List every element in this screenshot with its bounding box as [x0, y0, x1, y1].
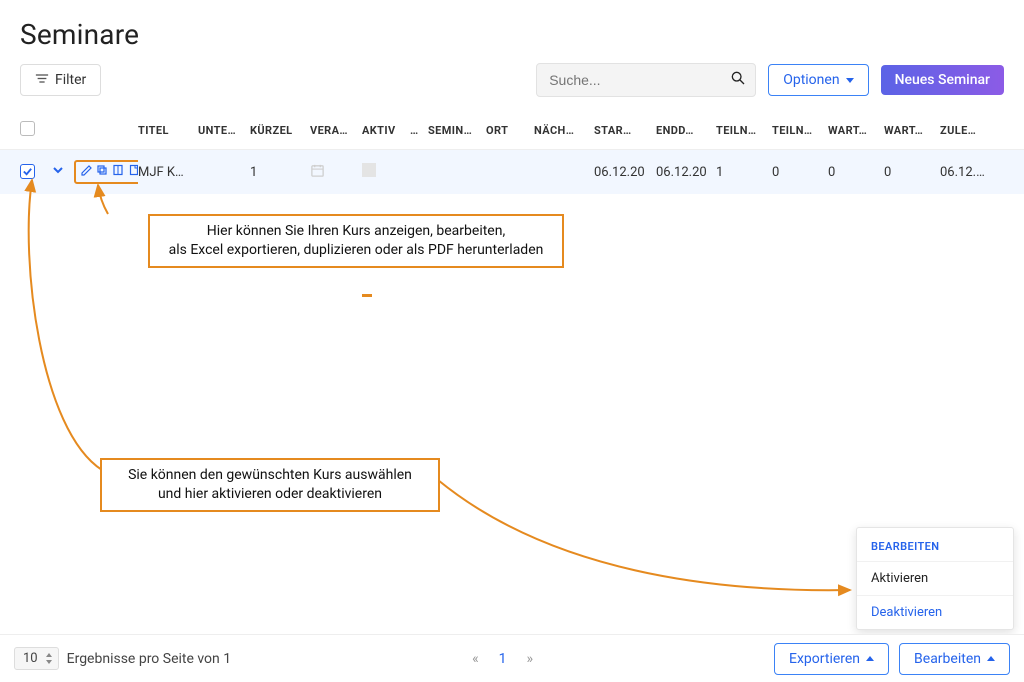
expand-row-icon[interactable]	[52, 165, 64, 180]
filter-button[interactable]: Filter	[20, 64, 101, 96]
pager-next[interactable]: »	[527, 651, 534, 667]
table: TITEL UNTE… KÜRZEL VERA… AKTIV … SEMIN… …	[0, 111, 1024, 194]
table-header: TITEL UNTE… KÜRZEL VERA… AKTIV … SEMIN… …	[0, 111, 1024, 150]
td-kurz: 1	[250, 165, 310, 180]
pager: « 1 »	[472, 651, 533, 667]
th-aktiv[interactable]: AKTIV	[362, 124, 410, 137]
td-zule: 06.12.20	[940, 165, 998, 180]
th-ort[interactable]: ORT	[486, 124, 534, 137]
export-label: Exportieren	[789, 651, 860, 667]
callout2-line2: und hier aktivieren oder deaktivieren	[114, 485, 426, 504]
th-unte[interactable]: UNTE…	[198, 124, 250, 137]
th-start[interactable]: STAR…	[594, 124, 656, 137]
chevron-down-icon	[846, 78, 854, 83]
row-actions	[74, 160, 138, 184]
td-wart1: 0	[828, 165, 884, 180]
td-aktiv	[362, 163, 410, 181]
th-wart2[interactable]: WART…	[884, 124, 940, 137]
search-icon	[730, 70, 746, 90]
th-dots[interactable]: …	[410, 124, 428, 137]
pdf-icon[interactable]	[128, 164, 138, 180]
table-row[interactable]: MJF Kurs 1 06.12.20 06.12.20 1 0 0 0 06.…	[0, 150, 1024, 194]
th-zule[interactable]: ZULE…	[940, 124, 998, 137]
select-all-checkbox[interactable]	[20, 121, 35, 136]
filter-icon	[35, 72, 49, 88]
td-vera	[310, 163, 362, 182]
edit-label: Bearbeiten	[914, 651, 981, 667]
td-start: 06.12.20	[594, 165, 656, 180]
status-square-icon	[362, 163, 376, 177]
chevron-up-icon	[987, 656, 995, 661]
td-wart2: 0	[884, 165, 940, 180]
th-teiln1[interactable]: TEILN…	[716, 124, 772, 137]
search-input[interactable]	[536, 63, 756, 97]
th-titel[interactable]: TITEL	[138, 124, 198, 137]
callout1-line2: als Excel exportieren, duplizieren oder …	[162, 241, 550, 260]
td-end: 06.12.20	[656, 165, 716, 180]
annotation-callout-2: Sie können den gewünschten Kurs auswähle…	[100, 458, 440, 512]
edit-button[interactable]: Bearbeiten	[899, 643, 1010, 675]
excel-icon[interactable]	[112, 164, 124, 180]
filter-label: Filter	[55, 72, 86, 88]
th-vera[interactable]: VERA…	[310, 124, 362, 137]
new-seminar-label: Neues Seminar	[895, 72, 990, 88]
th-semin[interactable]: SEMIN…	[428, 124, 486, 137]
options-label: Optionen	[783, 72, 839, 88]
dropdown-activate[interactable]: Aktivieren	[857, 561, 1013, 595]
callout1-line1: Hier können Sie Ihren Kurs anzeigen, bea…	[162, 222, 550, 241]
duplicate-icon[interactable]	[96, 164, 108, 180]
search-wrap	[536, 63, 756, 97]
page-size-select[interactable]: 10	[14, 647, 59, 670]
edit-icon[interactable]	[80, 164, 92, 180]
td-teiln2: 0	[772, 165, 828, 180]
page-title: Seminare	[0, 0, 1024, 63]
options-button[interactable]: Optionen	[768, 64, 868, 96]
pager-prev[interactable]: «	[472, 651, 479, 667]
export-button[interactable]: Exportieren	[774, 643, 889, 675]
annotation-dash	[362, 294, 372, 297]
callout2-line1: Sie können den gewünschten Kurs auswähle…	[114, 466, 426, 485]
footer: 10 Ergebnisse pro Seite von 1 « 1 » Expo…	[0, 634, 1024, 682]
th-teiln2[interactable]: TEILN…	[772, 124, 828, 137]
toolbar: Filter Optionen Neues Seminar	[0, 63, 1024, 111]
results-text: Ergebnisse pro Seite von 1	[67, 651, 231, 667]
th-kurz[interactable]: KÜRZEL	[250, 124, 310, 137]
row-checkbox[interactable]	[20, 164, 35, 179]
dropdown-heading: BEARBEITEN	[857, 528, 1013, 561]
td-titel: MJF Kurs	[138, 165, 198, 180]
th-end[interactable]: ENDD…	[656, 124, 716, 137]
td-teiln1: 1	[716, 165, 772, 180]
dropdown-deactivate[interactable]: Deaktivieren	[857, 595, 1013, 629]
th-nach[interactable]: NÄCH…	[534, 124, 594, 137]
th-wart1[interactable]: WART…	[828, 124, 884, 137]
edit-dropdown: BEARBEITEN Aktivieren Deaktivieren	[856, 527, 1014, 630]
pager-current[interactable]: 1	[499, 651, 507, 667]
chevron-up-icon	[866, 656, 874, 661]
annotation-callout-1: Hier können Sie Ihren Kurs anzeigen, bea…	[148, 214, 564, 268]
calendar-icon	[310, 167, 325, 182]
new-seminar-button[interactable]: Neues Seminar	[881, 65, 1004, 95]
